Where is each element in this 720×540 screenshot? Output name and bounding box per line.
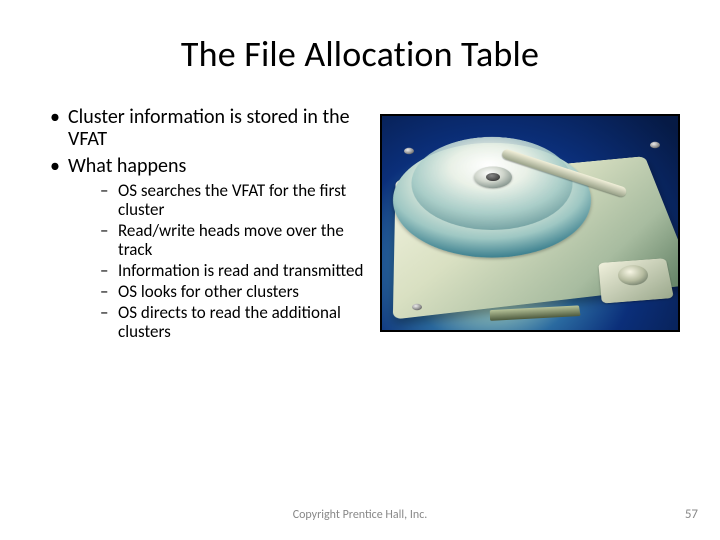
sub-bullet-item: Information is read and transmitted — [68, 261, 364, 280]
sub-bullet-item: Read/write heads move over the track — [68, 221, 364, 259]
bullet-list-level2: OS searches the VFAT for the first clust… — [68, 181, 364, 341]
slide: The File Allocation Table Cluster inform… — [0, 0, 720, 540]
bullet-text: What happens — [68, 154, 186, 178]
bullet-item: Cluster information is stored in the VFA… — [40, 106, 364, 151]
screw-icon — [412, 304, 422, 310]
slide-title: The File Allocation Table — [40, 32, 680, 76]
sub-bullet-item: OS directs to read the additional cluste… — [68, 303, 364, 341]
spindle-center — [486, 173, 500, 181]
sub-bullet-item: OS searches the VFAT for the first clust… — [68, 181, 364, 219]
hard-drive-image — [380, 114, 680, 332]
sub-bullet-item: OS looks for other clusters — [68, 282, 364, 301]
bullet-item: What happens OS searches the VFAT for th… — [40, 155, 364, 342]
text-column: Cluster information is stored in the VFA… — [40, 106, 364, 345]
page-number: 57 — [685, 507, 698, 522]
content-row: Cluster information is stored in the VFA… — [40, 106, 680, 345]
screw-icon — [650, 142, 660, 148]
slide-footer: Copyright Prentice Hall, Inc. 57 — [0, 508, 720, 522]
image-column — [380, 114, 680, 332]
screw-icon — [404, 148, 414, 154]
copyright-text: Copyright Prentice Hall, Inc. — [0, 508, 720, 522]
bullet-list-level1: Cluster information is stored in the VFA… — [40, 106, 364, 341]
actuator-pivot — [618, 265, 649, 285]
